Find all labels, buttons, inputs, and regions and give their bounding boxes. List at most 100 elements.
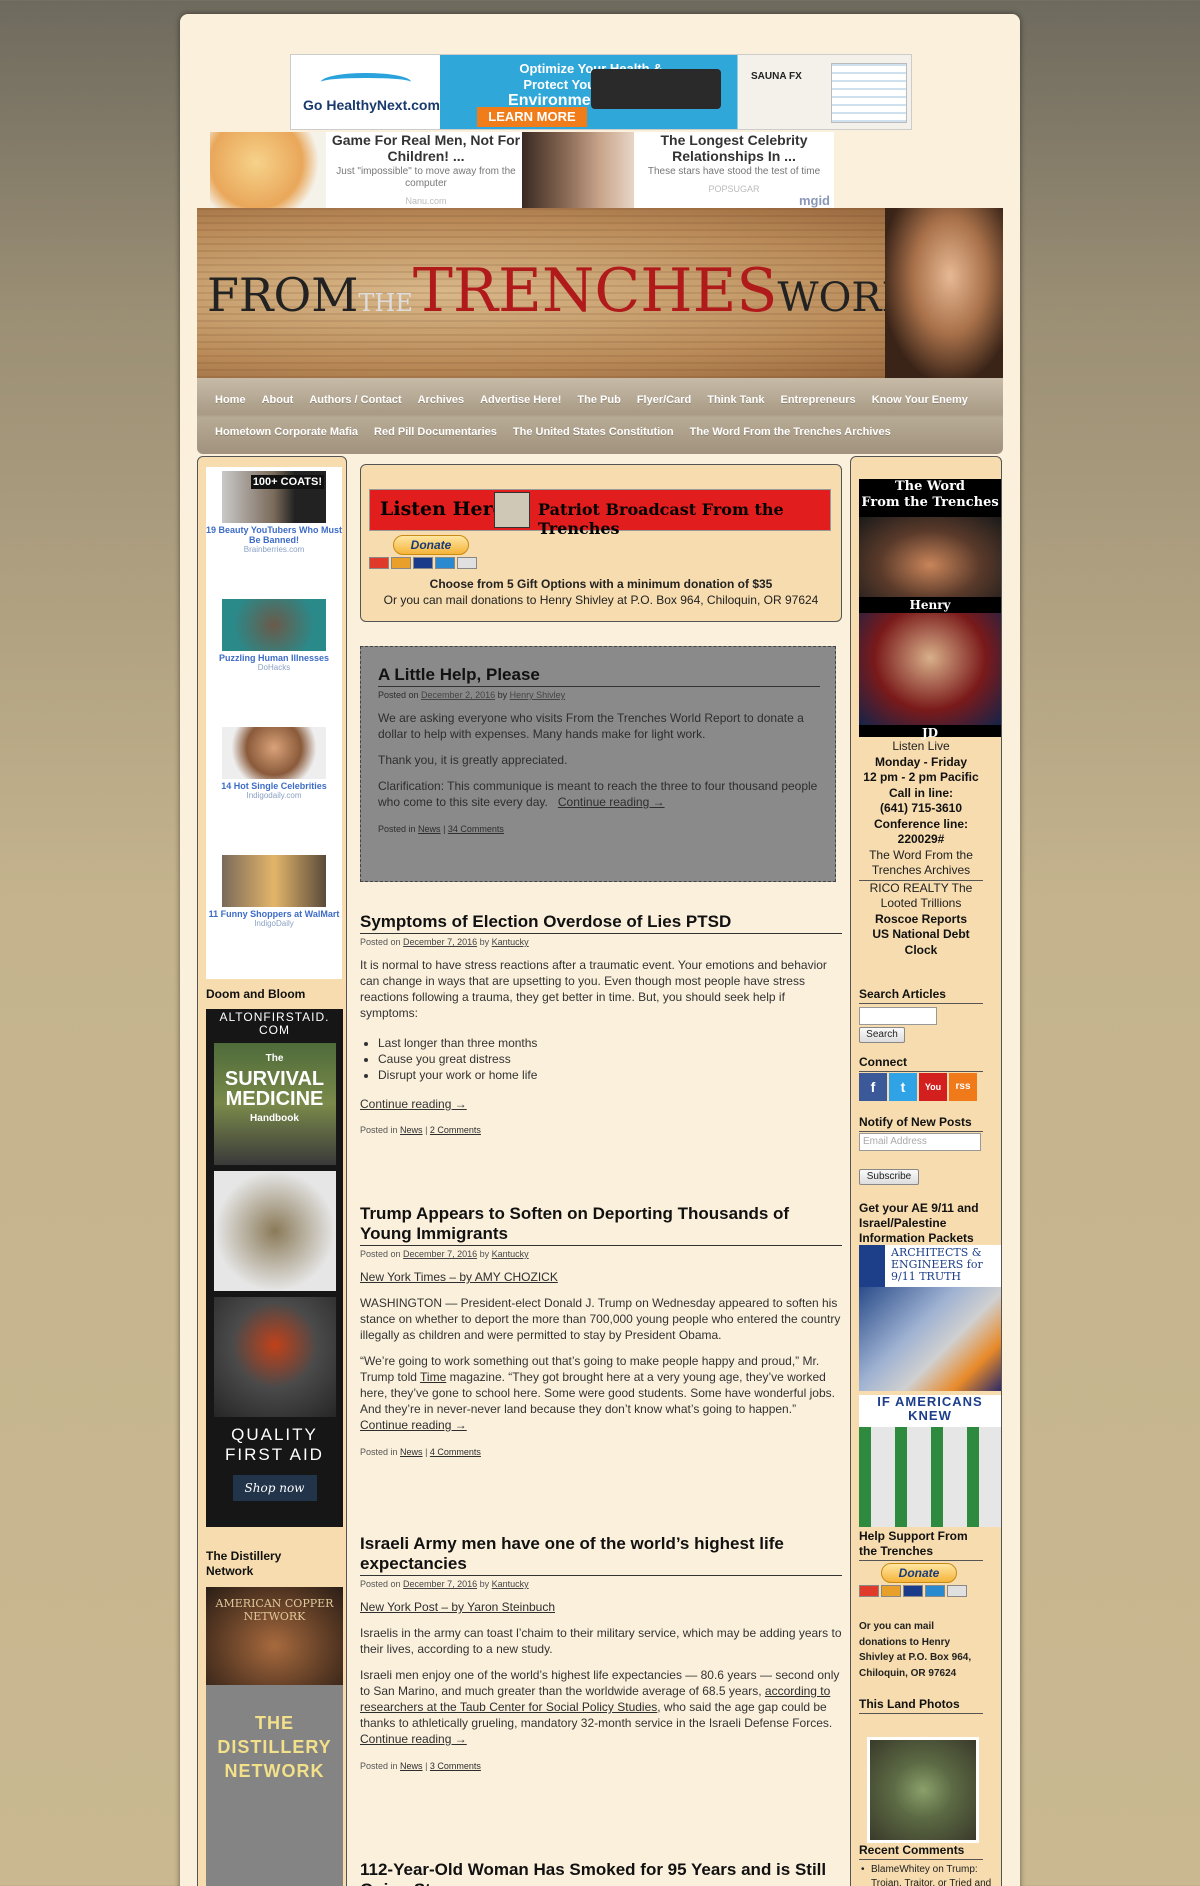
post-title[interactable]: Israeli Army men have one of the world’s… (360, 1534, 842, 1576)
source-link[interactable]: New York Post – by Yaron Steinbuch (360, 1600, 555, 1614)
national-debt-link[interactable]: US National Debt Clock (859, 927, 983, 958)
ad-thumb[interactable]: 100+ COATS! (222, 471, 326, 523)
comment-text[interactable]: BlameWhitey on Trump: Trojan, Traitor, o… (871, 1864, 991, 1886)
ad-title[interactable]: Puzzling Human Illnesses (206, 653, 342, 663)
ad-thumb[interactable] (222, 599, 326, 651)
post-date-link[interactable]: December 2, 2016 (421, 690, 495, 700)
continue-reading-link[interactable]: Continue reading → (558, 795, 665, 809)
sidebar-card-icons (859, 1585, 967, 1597)
sidebar-ad-item[interactable]: 11 Funny Shoppers at WalMart IndigoDaily (206, 855, 342, 928)
post-author-link[interactable]: Kantucky (492, 1249, 529, 1259)
listen-here-banner[interactable]: Listen Here: Patriot Broadcast From the … (369, 489, 831, 538)
sidebar-ad-item[interactable]: 14 Hot Single Celebrities Indigodaily.co… (206, 727, 342, 800)
first-aid-kit-image (213, 1171, 336, 1291)
radio-title-2: From the Trenches (861, 495, 999, 510)
ad-source: Indigodaily.com (246, 791, 302, 800)
search-heading: Search Articles (859, 987, 983, 1004)
ad-card-title[interactable]: The Longest Celebrity Relationships In .… (638, 132, 830, 164)
nav-item-think-tank[interactable]: Think Tank (699, 394, 772, 406)
nav-item-archives[interactable]: Archives (410, 394, 472, 406)
continue-reading-link[interactable]: Continue reading → (360, 1097, 842, 1111)
ad-title[interactable]: 14 Hot Single Celebrities (206, 781, 342, 791)
ad-card-1[interactable]: Game For Real Men, Not For Children! ...… (330, 132, 522, 206)
ad-image-celebrity[interactable] (522, 132, 634, 208)
site-header-banner[interactable]: FROMTHETRENCHESWORLDREPORT.COM (197, 208, 1003, 378)
post-author-link[interactable]: Kantucky (492, 1579, 529, 1589)
nav-item-know-your-enemy[interactable]: Know Your Enemy (864, 394, 976, 406)
top-banner-ad[interactable]: Go HealthyNext.com Optimize Your Health … (290, 54, 912, 130)
donate-button[interactable]: Donate (393, 535, 469, 555)
ae911-packet-ad[interactable]: ARCHITECTS & ENGINEERS for 9/11 TRUTH (859, 1245, 1001, 1391)
post-date-link[interactable]: December 7, 2016 (403, 937, 477, 947)
nav-item-authors-contact[interactable]: Authors / Contact (301, 394, 409, 406)
comments-link[interactable]: 4 Comments (430, 1447, 481, 1457)
post-title[interactable]: 112-Year-Old Woman Has Smoked for 95 Yea… (360, 1860, 842, 1886)
post-date-link[interactable]: December 7, 2016 (403, 1249, 477, 1259)
ad-title[interactable]: 11 Funny Shoppers at WalMart (206, 909, 342, 919)
rss-icon[interactable]: rss (949, 1073, 977, 1101)
source-link[interactable]: New York Times – by AMY CHOZICK (360, 1270, 558, 1284)
comments-link[interactable]: 3 Comments (430, 1761, 481, 1771)
ad-title[interactable]: 19 Beauty YouTubers Who Must Be Banned! (206, 525, 342, 545)
thomas-paine-portrait (885, 208, 1003, 378)
post-date-link[interactable]: December 7, 2016 (403, 1579, 477, 1589)
nav-item-red-pill-documentaries[interactable]: Red Pill Documentaries (366, 426, 505, 438)
post-title[interactable]: Trump Appears to Soften on Deporting Tho… (360, 1204, 842, 1246)
category-link[interactable]: News (400, 1447, 423, 1457)
continue-reading-link[interactable]: Continue reading → (360, 1732, 467, 1746)
subscribe-button[interactable]: Subscribe (859, 1169, 919, 1185)
ad-thumb[interactable] (222, 727, 326, 779)
ad-card-title[interactable]: Game For Real Men, Not For Children! ... (330, 132, 522, 164)
main-navigation: Home About Authors / Contact Archives Advert… (197, 378, 1003, 454)
if-americans-knew-ad[interactable]: IF AMERICANS KNEW (859, 1395, 1001, 1527)
survival-medicine-ad[interactable]: ALTONFIRSTAID. COM The SURVIVAL MEDICINE Ha… (206, 1009, 343, 1527)
ad-card-source: Nanu.com (405, 196, 447, 206)
email-field[interactable]: Email Address (859, 1133, 981, 1151)
post-title[interactable]: Symptoms of Election Overdose of Lies PT… (360, 912, 842, 934)
nav-item-flyer-card[interactable]: Flyer/Card (629, 394, 699, 406)
ad-image-anime[interactable] (210, 132, 326, 208)
sidebar-ad-item[interactable]: 100+ COATS! 19 Beauty YouTubers Who Must… (206, 471, 342, 554)
ad-thumb[interactable] (222, 855, 326, 907)
category-link[interactable]: News (418, 824, 441, 834)
time-magazine-link[interactable]: Time (420, 1370, 446, 1384)
nav-item-home[interactable]: Home (207, 394, 254, 406)
distillery-network-ad[interactable]: AMERICAN COPPER NETWORK THE DISTILLERY N… (206, 1587, 343, 1886)
mgid-logo[interactable]: mgid (799, 193, 830, 208)
ad-card-2[interactable]: The Longest Celebrity Relationships In .… (638, 132, 830, 194)
post-title[interactable]: A Little Help, Please (378, 665, 820, 687)
nav-item-about[interactable]: About (254, 394, 302, 406)
roscoe-reports-link[interactable]: Roscoe Reports (859, 912, 983, 928)
rico-realty-link[interactable]: RICO REALTY The Looted Trillions (859, 881, 983, 912)
nav-item-the-word-from-the-trenches-archives[interactable]: The Word From the Trenches Archives (682, 426, 899, 438)
comments-link[interactable]: 34 Comments (448, 824, 504, 834)
nav-item-entrepreneurs[interactable]: Entrepreneurs (772, 394, 863, 406)
land-photo[interactable] (867, 1737, 979, 1843)
radio-show-panel[interactable]: The Word From the Trenches Henry JD (859, 479, 1001, 740)
category-link[interactable]: News (400, 1761, 423, 1771)
comments-link[interactable]: 2 Comments (430, 1125, 481, 1135)
title-the: THE (358, 289, 413, 317)
ad-chart-image (831, 63, 907, 123)
survival-book-image: The SURVIVAL MEDICINE Handbook (213, 1043, 336, 1165)
nav-item-the-pub[interactable]: The Pub (569, 394, 628, 406)
twitter-icon[interactable]: t (889, 1073, 917, 1101)
nav-item-advertise-here[interactable]: Advertise Here! (472, 394, 569, 406)
shop-now-button[interactable]: Shop now (232, 1475, 317, 1501)
youtube-icon[interactable]: You (919, 1073, 947, 1101)
archives-link[interactable]: The Word From the Trenches Archives (859, 848, 983, 881)
continue-reading-link[interactable]: Continue reading → (360, 1418, 467, 1432)
recent-comment-item[interactable]: • BlameWhitey on Trump: Trojan, Traitor, … (859, 1863, 995, 1886)
nav-item-the-united-states-constitution[interactable]: The United States Constitution (505, 426, 682, 438)
search-button[interactable]: Search (859, 1027, 905, 1043)
post-author-link[interactable]: Henry Shivley (510, 690, 566, 700)
learn-more-button[interactable]: LEARN MORE (477, 107, 587, 127)
post-author-link[interactable]: Kantucky (492, 937, 529, 947)
sidebar-donate-button[interactable]: Donate (881, 1563, 957, 1583)
facebook-icon[interactable]: f (859, 1073, 887, 1101)
title-trenches: TRENCHES (412, 256, 778, 326)
nav-item-hometown-corporate-mafia[interactable]: Hometown Corporate Mafia (207, 426, 366, 438)
category-link[interactable]: News (400, 1125, 423, 1135)
search-input[interactable] (859, 1007, 937, 1025)
sidebar-ad-item[interactable]: Puzzling Human Illnesses DoHacks (206, 599, 342, 672)
